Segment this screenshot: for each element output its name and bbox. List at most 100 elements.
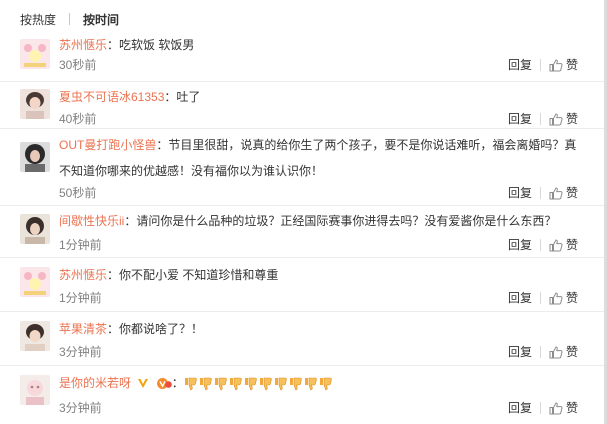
avatar[interactable]	[20, 321, 50, 351]
comment-actions: 回复 赞	[508, 111, 578, 127]
comment-username[interactable]: OUT曼打跑小怪兽	[59, 138, 156, 152]
comment-actions: 回复 赞	[508, 290, 578, 306]
like-button[interactable]: 赞	[549, 400, 578, 416]
action-divider	[539, 113, 541, 125]
vip-v-icon	[138, 379, 149, 389]
comment-item: 苏州惬乐：吃软饭 软饭男 30秒前 回复 赞	[0, 32, 604, 82]
comment-item: 间歇性快乐ii：请问你是什么品种的垃圾？正经国际赛事你进得去吗？没有爱酱你是什么…	[0, 206, 604, 258]
comment-item: OUT曼打跑小怪兽：节目里很甜，说真的给你生了两个孩子，要不是你说话难听，福会离…	[0, 129, 604, 206]
thumbs-down-emoji	[259, 377, 272, 391]
reply-button[interactable]: 回复	[508, 111, 532, 127]
comment-text: 吐了	[176, 90, 201, 104]
comment-username[interactable]: 是你的米若呀	[59, 376, 131, 390]
colon: ：	[124, 214, 137, 228]
avatar[interactable]	[20, 89, 50, 119]
thumbs-down-emoji	[199, 377, 212, 391]
comment-username[interactable]: 夏虫不可语冰61353	[59, 90, 164, 104]
like-button[interactable]: 赞	[549, 111, 578, 127]
comment-content: 间歇性快乐ii：请问你是什么品种的垃圾？正经国际赛事你进得去吗？没有爱酱你是什么…	[59, 208, 578, 234]
thumbs-down-emoji	[274, 377, 287, 391]
comment-content: OUT曼打跑小怪兽：节目里很甜，说真的给你生了两个孩子，要不是你说话难听，福会离…	[59, 132, 578, 184]
avatar[interactable]	[20, 375, 50, 405]
like-button[interactable]: 赞	[549, 57, 578, 73]
reply-button[interactable]: 回复	[508, 185, 532, 201]
comment-username[interactable]: 苏州惬乐	[59, 268, 107, 282]
comment-actions: 回复 赞	[508, 400, 578, 416]
comment-actions: 回复 赞	[508, 57, 578, 73]
avatar[interactable]	[20, 267, 50, 297]
comment-actions: 回复 赞	[508, 344, 578, 360]
action-divider	[539, 187, 541, 199]
like-label: 赞	[565, 58, 578, 72]
like-label: 赞	[565, 291, 578, 305]
thumbs-down-emoji	[184, 377, 197, 391]
comment-text: 请问你是什么品种的垃圾？正经国际赛事你进得去吗？没有爱酱你是什么东西？	[136, 214, 557, 228]
reply-button[interactable]: 回复	[508, 400, 532, 416]
avatar[interactable]	[20, 39, 50, 69]
reply-button[interactable]: 回复	[508, 344, 532, 360]
comment-time: 30秒前	[59, 58, 97, 72]
colon: ：	[107, 322, 120, 336]
emoji-row	[184, 376, 334, 391]
comment-text: 你都说啥了？！	[119, 322, 204, 336]
thumbs-down-emoji	[319, 377, 332, 391]
comment-actions: 回复 赞	[508, 237, 578, 253]
comment-content: 苏州惬乐：吃软饭 软饭男	[59, 32, 578, 58]
action-divider	[539, 346, 541, 358]
thumbs-up-icon	[549, 401, 563, 414]
reply-button[interactable]: 回复	[508, 290, 532, 306]
like-button[interactable]: 赞	[549, 344, 578, 360]
like-label: 赞	[565, 112, 578, 126]
comment-item: 苹果清茶：你都说啥了？！ 3分钟前 回复 赞	[0, 312, 604, 366]
action-divider	[539, 402, 541, 414]
thumbs-down-emoji	[244, 377, 257, 391]
thumbs-down-emoji	[229, 377, 242, 391]
comment-actions: 回复 赞	[508, 185, 578, 201]
thumbs-up-icon	[549, 112, 563, 125]
comment-time: 50秒前	[59, 186, 97, 200]
tab-divider	[69, 13, 71, 25]
comment-time: 40秒前	[59, 112, 97, 126]
comment-username[interactable]: 苏州惬乐	[59, 38, 107, 52]
colon: ：	[107, 268, 120, 282]
like-label: 赞	[565, 401, 578, 415]
comment-content: 苏州惬乐：你不配小爱 不知道珍惜和尊重	[59, 262, 578, 288]
reply-button[interactable]: 回复	[508, 237, 532, 253]
comment-content: 是你的米若呀 ：	[59, 370, 578, 396]
colon: ：	[164, 90, 177, 104]
comment-time: 3分钟前	[59, 401, 102, 415]
sort-tabs: 按热度 按时间	[20, 10, 119, 28]
thumbs-up-icon	[549, 345, 563, 358]
colon: ：	[156, 138, 169, 152]
action-divider	[539, 292, 541, 304]
comment-item: 是你的米若呀 ： 3分钟前 回复 赞	[0, 366, 604, 422]
avatar[interactable]	[20, 214, 50, 244]
tab-by-time[interactable]: 按时间	[83, 11, 119, 28]
avatar[interactable]	[20, 142, 50, 172]
reply-button[interactable]: 回复	[508, 57, 532, 73]
thumbs-down-emoji	[289, 377, 302, 391]
comment-username[interactable]: 间歇性快乐ii	[59, 214, 124, 228]
colon: ：	[107, 38, 120, 52]
comment-content: 苹果清茶：你都说啥了？！	[59, 316, 578, 342]
comment-text: 你不配小爱 不知道珍惜和尊重	[119, 268, 279, 282]
like-label: 赞	[565, 345, 578, 359]
thumbs-up-icon	[549, 58, 563, 71]
like-button[interactable]: 赞	[549, 237, 578, 253]
member-badge-icon	[156, 378, 172, 390]
thumbs-down-emoji	[214, 377, 227, 391]
thumbs-down-emoji	[304, 377, 317, 391]
like-label: 赞	[565, 186, 578, 200]
comment-text: 吃软饭 软饭男	[119, 38, 195, 52]
like-button[interactable]: 赞	[549, 290, 578, 306]
thumbs-up-icon	[549, 291, 563, 304]
thumbs-up-icon	[549, 186, 563, 199]
colon: ：	[171, 376, 184, 390]
like-button[interactable]: 赞	[549, 185, 578, 201]
comment-item: 苏州惬乐：你不配小爱 不知道珍惜和尊重 1分钟前 回复 赞	[0, 258, 604, 312]
comment-time: 3分钟前	[59, 345, 102, 359]
tab-by-popularity[interactable]: 按热度	[20, 11, 56, 28]
comment-username[interactable]: 苹果清茶	[59, 322, 107, 336]
comment-item: 夏虫不可语冰61353：吐了 40秒前 回复 赞	[0, 82, 604, 129]
thumbs-up-icon	[549, 238, 563, 251]
